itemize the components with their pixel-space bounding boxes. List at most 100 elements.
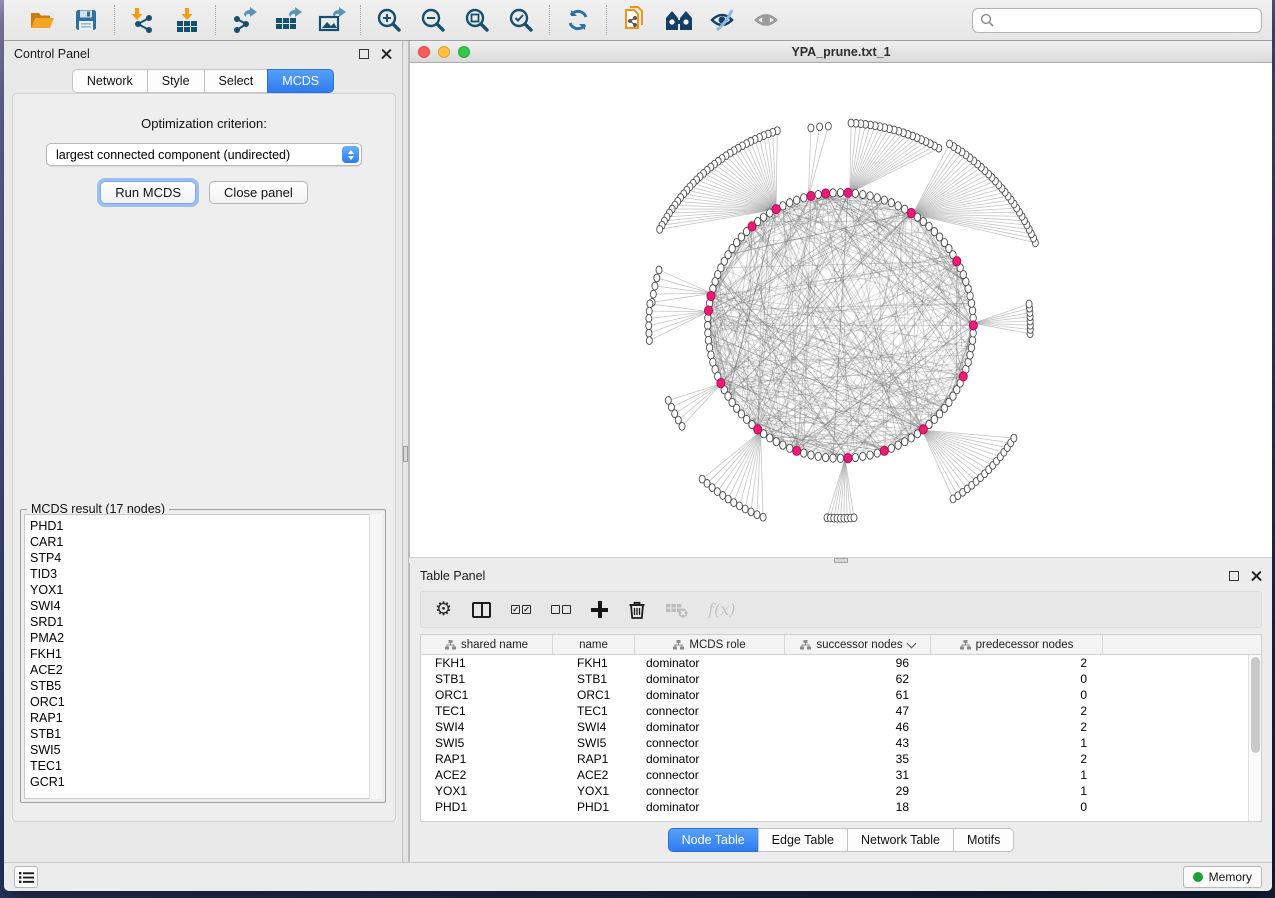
table-row[interactable]: SWI4SWI4dominator462	[421, 719, 1248, 735]
minimize-window-icon[interactable]	[438, 46, 450, 58]
mcds-result-item[interactable]: SWI4	[30, 598, 381, 614]
divider-handle[interactable]	[834, 558, 848, 563]
mcds-result-item[interactable]: CAR1	[30, 534, 381, 550]
mcds-result-item[interactable]: YOX1	[30, 582, 381, 598]
select-all-icon[interactable]: ✓✓	[511, 598, 531, 622]
save-session-icon[interactable]	[71, 5, 101, 35]
table-cell-predecessor_nodes: 1	[931, 767, 1103, 783]
float-table-panel-icon[interactable]	[1229, 571, 1239, 581]
mcds-result-item[interactable]: ORC1	[30, 694, 381, 710]
tab-node-table[interactable]: Node Table	[668, 828, 758, 852]
network-window: YPA_prune.txt_1	[409, 41, 1272, 557]
zoom-out-icon[interactable]	[418, 5, 448, 35]
import-network-icon[interactable]	[128, 5, 158, 35]
close-panel-icon[interactable]	[381, 49, 392, 60]
mcds-result-item[interactable]: PHD1	[30, 518, 381, 534]
table-row[interactable]: ACE2ACE2connector311	[421, 767, 1248, 783]
mcds-result-item[interactable]: STB1	[30, 726, 381, 742]
tab-network-table[interactable]: Network Table	[847, 828, 953, 852]
run-mcds-button[interactable]: Run MCDS	[100, 181, 196, 204]
mcds-result-item[interactable]: SRD1	[30, 614, 381, 630]
zoom-selected-icon[interactable]	[506, 5, 536, 35]
table-row[interactable]: PHD1PHD1dominator180	[421, 799, 1248, 815]
apply-layout-icon[interactable]	[563, 5, 593, 35]
mcds-result-item[interactable]: GCR1	[30, 774, 381, 790]
tab-select[interactable]: Select	[204, 69, 268, 93]
mcds-result-item[interactable]: FKH1	[30, 646, 381, 662]
zoom-fit-icon[interactable]	[462, 5, 492, 35]
table-cell-shared_name: STB1	[421, 671, 553, 687]
first-neighbors-icon[interactable]	[664, 5, 694, 35]
column-header-empty	[1103, 635, 1261, 654]
show-all-icon[interactable]	[752, 5, 782, 35]
table-cell-mcds_role: dominator	[635, 719, 785, 735]
table-cell-shared_name: FKH1	[421, 655, 553, 671]
table-row[interactable]: YOX1YOX1connector291	[421, 783, 1248, 799]
export-image-icon[interactable]	[317, 5, 347, 35]
table-cell-name: SWI4	[553, 719, 635, 735]
table-row[interactable]: TEC1TEC1connector472	[421, 703, 1248, 719]
import-table-icon[interactable]	[172, 5, 202, 35]
toggle-panel-icon[interactable]	[472, 598, 491, 622]
split-divider-horizontal[interactable]	[409, 557, 1272, 563]
tab-motifs[interactable]: Motifs	[953, 828, 1014, 852]
table-cell-shared_name: ACE2	[421, 767, 553, 783]
divider-handle[interactable]	[403, 446, 408, 462]
tab-mcds[interactable]: MCDS	[267, 69, 334, 93]
table-row[interactable]: FKH1FKH1dominator962	[421, 655, 1248, 671]
column-header-name[interactable]: name	[553, 635, 635, 654]
mcds-result-item[interactable]: STP4	[30, 550, 381, 566]
tab-network[interactable]: Network	[72, 69, 147, 93]
export-network-icon[interactable]	[229, 5, 259, 35]
table-cell-successor_nodes: 61	[785, 687, 931, 703]
table-row[interactable]: RAP1RAP1dominator352	[421, 751, 1248, 767]
memory-button[interactable]: Memory	[1183, 866, 1262, 888]
close-window-icon[interactable]	[418, 46, 430, 58]
split-divider-vertical[interactable]	[402, 41, 409, 862]
tab-style[interactable]: Style	[147, 69, 204, 93]
zoom-in-icon[interactable]	[374, 5, 404, 35]
table-cell-predecessor_nodes: 0	[931, 687, 1103, 703]
column-header-mcds-role[interactable]: MCDS role	[635, 635, 785, 654]
table-cell-successor_nodes: 31	[785, 767, 931, 783]
create-column-icon[interactable]	[591, 598, 608, 622]
mcds-result-item[interactable]: STB5	[30, 678, 381, 694]
table-row[interactable]: ORC1ORC1dominator610	[421, 687, 1248, 703]
table-scrollbar[interactable]	[1248, 655, 1261, 821]
export-table-icon[interactable]	[273, 5, 303, 35]
table-cell-shared_name: ORC1	[421, 687, 553, 703]
open-file-icon[interactable]	[27, 5, 57, 35]
column-header-shared-name[interactable]: shared name	[421, 635, 553, 654]
table-cell-successor_nodes: 47	[785, 703, 931, 719]
mcds-result-item[interactable]: SWI5	[30, 742, 381, 758]
table-row[interactable]: STB1STB1dominator620	[421, 671, 1248, 687]
mcds-result-list[interactable]: PHD1CAR1STP4TID3YOX1SWI4SRD1PMA2FKH1ACE2…	[24, 514, 382, 799]
close-table-panel-icon[interactable]	[1251, 571, 1262, 582]
network-canvas[interactable]	[410, 63, 1272, 557]
table-scrollbar-thumb[interactable]	[1251, 657, 1260, 753]
mcds-result-item[interactable]: TID3	[30, 566, 381, 582]
column-header-successor-nodes[interactable]: successor nodes	[785, 635, 931, 654]
tab-edge-table[interactable]: Edge Table	[758, 828, 847, 852]
network-titlebar[interactable]: YPA_prune.txt_1	[410, 41, 1272, 63]
maximize-window-icon[interactable]	[458, 46, 470, 58]
desktop-background: Control Panel Network Style Select MCDS …	[0, 0, 1275, 898]
mcds-result-item[interactable]: PMA2	[30, 630, 381, 646]
float-panel-icon[interactable]	[359, 49, 369, 59]
criterion-select[interactable]: largest connected component (undirected)	[46, 143, 362, 166]
deselect-all-icon[interactable]	[551, 598, 571, 622]
clone-network-icon[interactable]	[620, 5, 650, 35]
table-settings-gear-icon[interactable]: ⚙	[435, 598, 452, 622]
hide-selected-icon[interactable]	[708, 5, 738, 35]
close-panel-button[interactable]: Close panel	[209, 181, 308, 204]
mcds-result-item[interactable]: RAP1	[30, 710, 381, 726]
mcds-result-item[interactable]: TEC1	[30, 758, 381, 774]
column-header-predecessor-nodes[interactable]: predecessor nodes	[931, 635, 1103, 654]
mcds-result-scrollbar[interactable]	[369, 514, 382, 799]
delete-column-icon[interactable]	[628, 598, 646, 622]
search-input[interactable]	[972, 8, 1262, 33]
memory-label: Memory	[1209, 870, 1252, 884]
table-row[interactable]: SWI5SWI5connector431	[421, 735, 1248, 751]
mcds-result-item[interactable]: ACE2	[30, 662, 381, 678]
task-history-icon[interactable]	[14, 866, 38, 888]
